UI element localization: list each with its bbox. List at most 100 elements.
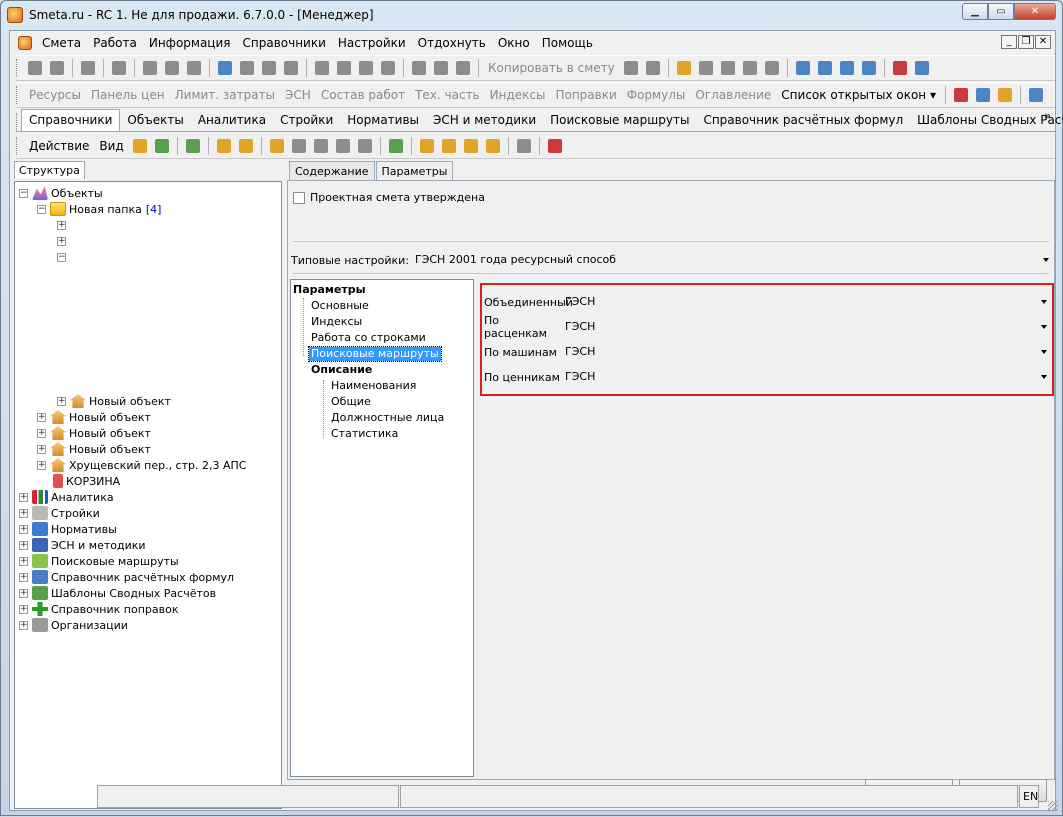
tab-norms[interactable]: Нормативы [340, 110, 426, 131]
grid-icon[interactable] [695, 57, 717, 79]
tab-references[interactable]: Справочники [21, 109, 121, 131]
link-indexes[interactable]: Индексы [485, 88, 551, 102]
tree-expand-icon[interactable] [739, 57, 761, 79]
expand-icon[interactable]: + [57, 220, 66, 230]
close-doc-icon[interactable] [161, 57, 183, 79]
approved-checkbox-row[interactable]: Проектная смета утверждена [293, 191, 485, 204]
block2-icon[interactable] [310, 135, 332, 157]
tree-icon[interactable] [24, 57, 46, 79]
typical-settings-select[interactable]: ГЭСН 2001 года ресурсный способ [415, 252, 1051, 268]
mdi-close-button[interactable]: ✕ [1035, 35, 1051, 49]
dropdown-arrow-icon[interactable] [1041, 325, 1047, 329]
paste-special-icon[interactable] [430, 57, 452, 79]
param-combined-select[interactable]: ГЭСН [565, 294, 1052, 310]
toolbar-grip[interactable] [16, 59, 20, 77]
collapse-icon[interactable]: − [37, 204, 46, 214]
close-button[interactable]: ✕ [1014, 3, 1056, 20]
menu-window[interactable]: Окно [492, 36, 536, 50]
tree-item-templates[interactable]: + Шаблоны Сводных Расчётов [19, 585, 216, 601]
add-icon[interactable] [452, 57, 474, 79]
tab-structure[interactable]: Структура [14, 161, 85, 179]
folder-up-icon[interactable] [129, 135, 151, 157]
action-menu[interactable]: Действие [24, 139, 94, 153]
link-work-composition[interactable]: Состав работ [316, 88, 410, 102]
toolbar-grip[interactable] [16, 136, 20, 155]
cut-icon[interactable] [311, 57, 333, 79]
link-esn[interactable]: ЭСН [280, 88, 316, 102]
tree-collapse-icon[interactable] [761, 57, 783, 79]
nav-statistics[interactable]: Статистика [331, 427, 398, 441]
expand-icon[interactable]: + [57, 236, 66, 246]
list-icon[interactable] [46, 57, 68, 79]
f3-icon[interactable] [482, 135, 504, 157]
hammer-sickle-icon[interactable] [950, 84, 972, 106]
more-tabs-chevron-icon[interactable]: » [1044, 109, 1051, 122]
arrow-down-icon[interactable] [354, 135, 376, 157]
link-contents[interactable]: Оглавление [690, 88, 776, 102]
delete-icon[interactable] [377, 57, 399, 79]
tab-content[interactable]: Содержание [289, 161, 375, 181]
copy-doc-icon[interactable] [620, 57, 642, 79]
move-left-icon[interactable] [836, 57, 858, 79]
tree-item-orgs[interactable]: + Организации [19, 617, 128, 633]
view-menu[interactable]: Вид [94, 139, 128, 153]
folder-tree-icon[interactable] [151, 135, 173, 157]
calc-icon[interactable] [385, 135, 407, 157]
tree-item-new-object[interactable]: + Новый объект [37, 425, 151, 441]
tab-sites[interactable]: Стройки [273, 110, 340, 131]
list-outdent-icon[interactable] [258, 57, 280, 79]
mdi-doc-icon[interactable] [18, 36, 32, 50]
expand-icon[interactable]: + [19, 540, 28, 550]
list-move-icon[interactable] [280, 57, 302, 79]
rate-icon[interactable] [266, 135, 288, 157]
minimize-button[interactable]: ▁ [962, 3, 988, 20]
nav-search-routes[interactable]: Поисковые маршруты [308, 346, 442, 362]
level-down-icon[interactable] [814, 57, 836, 79]
collapse-icon[interactable]: − [19, 188, 28, 198]
bricks-icon[interactable] [994, 84, 1016, 106]
open-windows-dropdown[interactable]: Список открытых окон ▾ [776, 88, 941, 102]
app-icon[interactable] [7, 7, 23, 23]
tree-item-blank[interactable]: + [57, 233, 70, 249]
grid2-icon[interactable] [717, 57, 739, 79]
new-object-icon[interactable] [213, 135, 235, 157]
approved-checkbox[interactable] [293, 191, 305, 204]
block-icon[interactable] [288, 135, 310, 157]
tab-analytics[interactable]: Аналитика [191, 110, 273, 131]
search-icon[interactable] [108, 57, 130, 79]
edit-icon[interactable] [355, 57, 377, 79]
menu-settings[interactable]: Настройки [332, 36, 412, 50]
tab-search-routes[interactable]: Поисковые маршруты [543, 110, 696, 131]
tree-item-objects[interactable]: − Объекты [19, 185, 103, 201]
language-indicator[interactable]: EN [1019, 785, 1039, 808]
menu-help[interactable]: Помощь [536, 36, 599, 50]
tree-item-sites[interactable]: + Стройки [19, 505, 100, 521]
book-red-icon[interactable] [889, 57, 911, 79]
nav-rows[interactable]: Работа со строками [311, 331, 426, 345]
resize-grip-icon[interactable] [1048, 801, 1058, 811]
nav-basic[interactable]: Основные [311, 299, 369, 313]
expand-icon[interactable]: + [19, 604, 28, 614]
mdi-restore-button[interactable]: ❐ [1018, 35, 1034, 49]
expand-icon[interactable]: + [57, 396, 66, 406]
tree-item-blank[interactable]: − [57, 249, 70, 265]
nav-description[interactable]: Описание [311, 363, 372, 377]
book-blue-icon[interactable] [911, 57, 933, 79]
tab-parameters[interactable]: Параметры [375, 161, 454, 181]
collapse-icon[interactable]: − [57, 252, 66, 262]
new-site-icon[interactable] [235, 135, 257, 157]
expand-icon[interactable]: + [37, 460, 46, 470]
doc-icon[interactable] [513, 135, 535, 157]
param-machines-select[interactable]: ГЭСН [565, 344, 1052, 360]
tree-item-blank[interactable]: + [57, 217, 70, 233]
expand-icon[interactable]: + [19, 556, 28, 566]
refresh-green-icon[interactable] [182, 135, 204, 157]
m2-icon[interactable] [438, 135, 460, 157]
menu-rabota[interactable]: Работа [87, 36, 143, 50]
tab-formulas[interactable]: Справочник расчётных формул [696, 110, 910, 131]
link-resources[interactable]: Ресурсы [24, 88, 86, 102]
expand-icon[interactable]: + [19, 524, 28, 534]
tree-item-new-object[interactable]: + Новый объект [37, 409, 151, 425]
paste-icon[interactable] [408, 57, 430, 79]
save-icon[interactable] [139, 57, 161, 79]
